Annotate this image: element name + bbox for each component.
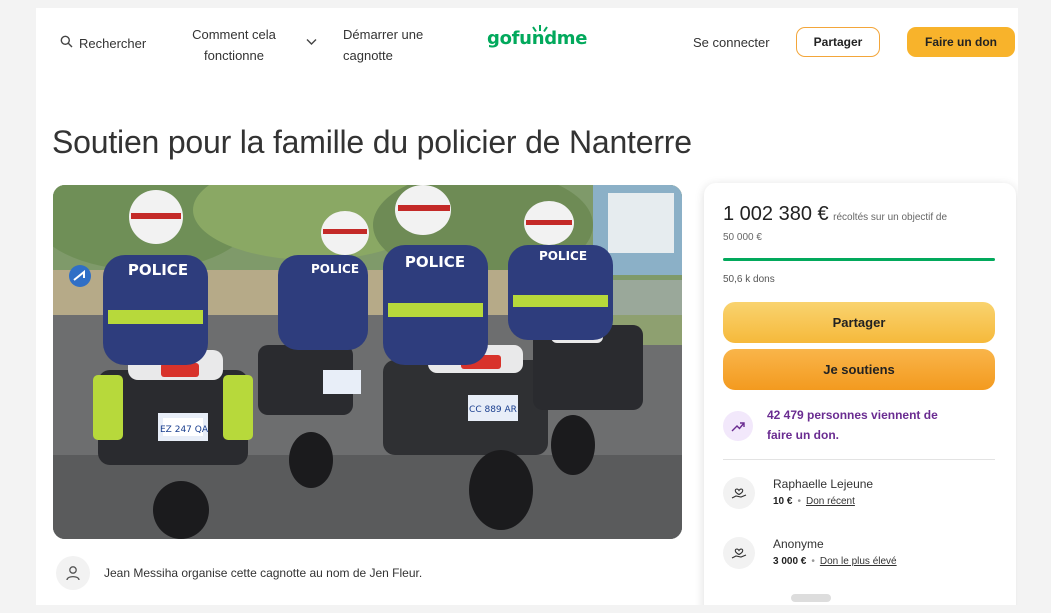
chevron-down-icon[interactable] xyxy=(306,35,317,49)
donation-tag-link[interactable]: Don le plus élevé xyxy=(820,556,897,567)
donate-button-header[interactable]: Faire un don xyxy=(907,27,1015,57)
how-it-works-link[interactable]: Comment cela fonctionne xyxy=(186,24,282,66)
donation-item: Anonyme 3 000 € • Don le plus élevé xyxy=(723,535,995,571)
svg-text:POLICE: POLICE xyxy=(128,261,188,279)
search-label: Rechercher xyxy=(79,35,147,51)
user-icon xyxy=(56,556,90,590)
truncated-donation-item xyxy=(791,594,831,602)
svg-text:EZ 247 QA: EZ 247 QA xyxy=(160,425,209,435)
svg-text:POLICE: POLICE xyxy=(539,249,587,263)
trend-line-2: faire un don. xyxy=(767,428,839,442)
donors-count: 50,6 k dons xyxy=(723,274,775,285)
donation-item: Raphaelle Lejeune 10 € • Don récent xyxy=(723,475,995,511)
amount-goal-value: 50 000 € xyxy=(723,232,762,243)
campaign-title: Soutien pour la famille du policier de N… xyxy=(52,124,692,160)
svg-text:POLICE: POLICE xyxy=(405,253,465,271)
recent-donors-notice: 42 479 personnes viennent de faire un do… xyxy=(723,405,995,445)
amount-value: 1 002 380 € xyxy=(723,203,829,225)
svg-text:POLICE: POLICE xyxy=(311,262,359,276)
top-nav: Rechercher Comment cela fonctionne Démar… xyxy=(36,8,1018,80)
start-line-1: Démarrer une xyxy=(343,27,424,42)
search-link[interactable]: Rechercher xyxy=(60,35,146,51)
gofundme-logo[interactable]: gofundme xyxy=(487,28,587,49)
trending-up-icon xyxy=(723,411,753,441)
police-motorcycles-image: EZ 247 QA POLICE POLICE CC 889 AR POLICE… xyxy=(53,185,682,539)
start-campaign-link[interactable]: Démarrer une cagnotte xyxy=(343,24,453,66)
donor-name: Anonyme xyxy=(773,537,824,551)
campaign-photo[interactable]: EZ 247 QA POLICE POLICE CC 889 AR POLICE… xyxy=(53,185,682,539)
donor-name: Raphaelle Lejeune xyxy=(773,477,874,491)
how-line-2: fonctionne xyxy=(204,48,264,63)
amount-raised: 1 002 380 € récoltés sur un objectif de … xyxy=(723,203,998,247)
svg-text:CC 889 AR: CC 889 AR xyxy=(469,405,517,415)
start-line-2: cagnotte xyxy=(343,48,393,63)
organizer-info: Jean Messiha organise cette cagnotte au … xyxy=(56,556,422,590)
search-icon xyxy=(60,35,73,51)
hand-heart-icon xyxy=(723,477,755,509)
organizer-text: Jean Messiha organise cette cagnotte au … xyxy=(104,566,423,580)
share-button-header[interactable]: Partager xyxy=(796,27,880,57)
how-line-1: Comment cela xyxy=(192,27,276,42)
trend-line-1: 42 479 personnes viennent de xyxy=(767,408,938,422)
divider xyxy=(723,459,995,460)
page: Rechercher Comment cela fonctionne Démar… xyxy=(36,8,1018,605)
donation-amount: 10 € xyxy=(773,496,793,507)
donation-card: 1 002 380 € récoltés sur un objectif de … xyxy=(704,183,1016,605)
support-button[interactable]: Je soutiens xyxy=(723,349,995,390)
share-button[interactable]: Partager xyxy=(723,302,995,343)
amount-goal-prefix: récoltés sur un objectif de xyxy=(833,212,948,223)
hand-heart-icon xyxy=(723,537,755,569)
donation-tag-link[interactable]: Don récent xyxy=(806,496,855,507)
progress-bar xyxy=(723,258,995,261)
login-link[interactable]: Se connecter xyxy=(693,35,770,50)
donation-amount: 3 000 € xyxy=(773,556,807,567)
